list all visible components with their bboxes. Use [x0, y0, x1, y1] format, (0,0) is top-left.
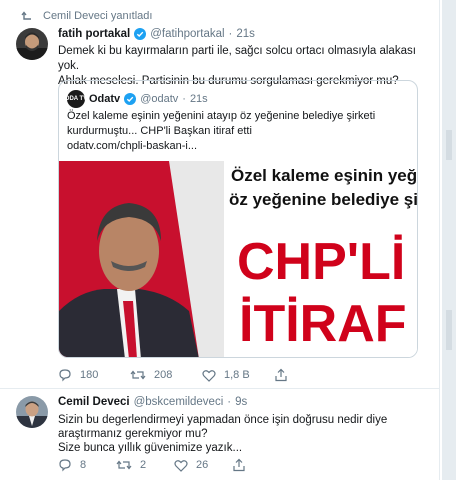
share-button[interactable]	[274, 368, 288, 382]
quoted-tweet-header: ODA TV Odatv @odatv · 21s	[65, 90, 208, 108]
timeline: Cemil Deveci yanıtladı fatih portakal @f…	[0, 0, 440, 480]
verified-badge-icon	[134, 28, 147, 40]
reply-count: 8	[80, 459, 87, 471]
avatar[interactable]	[16, 28, 48, 60]
share-button[interactable]	[232, 458, 246, 472]
share-icon	[233, 458, 245, 472]
reply-button[interactable]: 8	[58, 458, 116, 472]
tweet-actions: 8 2 26	[58, 458, 246, 472]
retweet-icon	[130, 370, 146, 380]
tweet-header: Cemil Deveci @bskcemildeveci · 9s	[58, 396, 247, 408]
quoted-link[interactable]: odatv.com/chpli-baskan-i...	[67, 139, 412, 154]
avatar[interactable]	[16, 396, 48, 428]
quoted-text-line: kurdurmuştu... CHP'li Başkan itiraf etti	[67, 125, 252, 137]
image-headline-line: Özel kaleme eşinin yeğeni	[231, 166, 417, 185]
retweet-button[interactable]: 2	[116, 458, 174, 472]
tweet-text-line: Size bunca yıllık güvenimize yazık...	[58, 442, 243, 454]
image-headline-line: öz yeğenine belediye şirketi k	[229, 190, 417, 209]
like-button[interactable]: 1,8 B	[202, 369, 274, 382]
separator-dot: ·	[182, 93, 186, 105]
quoted-author-name: Odatv	[89, 93, 121, 105]
like-count: 1,8 B	[224, 369, 250, 381]
author-handle[interactable]: @fatihportakal	[150, 28, 224, 40]
reply-context-label: Cemil Deveci yanıtladı	[43, 10, 153, 22]
author-name[interactable]: fatih portakal	[58, 28, 130, 40]
tweet-header: fatih portakal @fatihportakal · 21s	[58, 28, 255, 40]
share-icon	[275, 368, 287, 382]
quoted-author-handle: @odatv	[140, 93, 179, 105]
gutter-mark	[446, 130, 452, 160]
retweet-icon	[116, 460, 132, 470]
tweet-time[interactable]: 9s	[235, 396, 247, 408]
quoted-avatar: ODA TV	[65, 90, 87, 108]
reply-button[interactable]: 180	[58, 368, 130, 382]
sidebar-gutter	[442, 0, 456, 480]
reply-context[interactable]: Cemil Deveci yanıtladı	[21, 10, 153, 22]
news-headline-image: Özel kaleme eşinin yeğeni öz yeğenine be…	[59, 161, 417, 357]
tweet-text-line: araştırmanız gerekmiyor mu?	[58, 428, 208, 440]
quoted-tweet-time: 21s	[189, 93, 208, 105]
quoted-text-line: Özel kaleme eşinin yeğenini atayıp öz ye…	[67, 110, 376, 122]
retweet-button[interactable]: 208	[130, 368, 202, 382]
tweet-text-line: Sizin bu degerlendirmeyi yapmadan önce i…	[58, 414, 388, 426]
reply-count: 180	[80, 369, 99, 381]
like-count: 26	[196, 459, 209, 471]
tweet-actions: 180 208 1,8 B	[58, 368, 288, 382]
separator-dot: ·	[227, 396, 232, 408]
reply-icon	[59, 459, 71, 472]
verified-badge-icon	[124, 93, 137, 105]
gutter-mark	[446, 310, 452, 350]
author-handle[interactable]: @bskcemildeveci	[134, 396, 224, 408]
retweet-count: 2	[140, 459, 147, 471]
retweet-count: 208	[154, 369, 173, 381]
reply-icon	[59, 369, 71, 382]
quoted-tweet-text: Özel kaleme eşinin yeğenini atayıp öz ye…	[67, 109, 412, 154]
image-big-headline: CHP'Lİ BAŞ	[237, 233, 417, 291]
retweet-context-icon	[21, 11, 31, 20]
tweet-text-line: Demek ki bu kayırmaların parti ile, sağc…	[58, 45, 416, 72]
heart-icon	[174, 459, 188, 472]
like-button[interactable]: 26	[174, 459, 232, 472]
heart-icon	[202, 369, 216, 382]
quoted-media-image[interactable]: Özel kaleme eşinin yeğeni öz yeğenine be…	[59, 161, 417, 357]
tweet-text: Sizin bu degerlendirmeyi yapmadan önce i…	[58, 413, 428, 455]
tweet-time[interactable]: 21s	[236, 28, 255, 40]
tweet-divider	[0, 388, 440, 389]
separator-dot: ·	[228, 28, 233, 40]
author-name[interactable]: Cemil Deveci	[58, 396, 130, 408]
image-big-headline: İTİRAF E	[239, 295, 417, 353]
quoted-tweet[interactable]: ODA TV Odatv @odatv · 21s Özel kaleme eş…	[58, 80, 418, 358]
